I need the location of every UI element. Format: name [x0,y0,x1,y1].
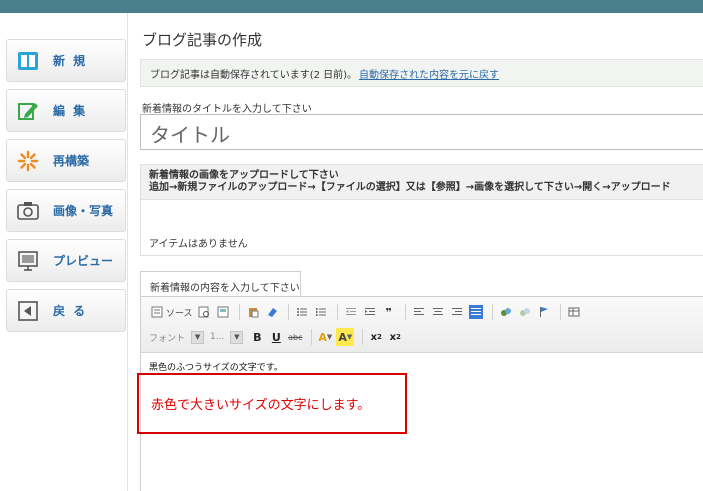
align-left-icon[interactable] [411,303,427,321]
page-title: ブログ記事の作成 [142,31,263,49]
rebuild-icon [17,150,39,172]
paste-icon[interactable] [245,303,261,321]
upload-heading: 新着情報の画像をアップロードして下さい [149,170,339,181]
sidebar-item-label: 戻 る [53,304,88,318]
bulleted-list-icon[interactable] [294,303,310,321]
toolbar-divider [336,304,338,320]
upload-instructions: 追加→新規ファイルのアップロード→【ファイルの選択】又は【参照】→画像を選択して… [149,182,671,193]
link-icon[interactable] [498,303,514,321]
editor-text-black: 黒色のふつうサイズの文字です。 [149,363,283,373]
preview-doc-icon[interactable] [196,303,212,321]
font-select[interactable]: フォント ▼ [149,328,205,346]
background-color-icon[interactable]: A ▼ [336,328,355,346]
title-input[interactable]: タイトル [140,114,703,150]
upload-empty-text: アイテムはありません [149,239,248,250]
numbered-list-icon[interactable] [313,303,329,321]
title-field-label: 新着情報のタイトルを入力して下さい [142,104,312,115]
toolbar-divider [559,304,561,320]
sidebar-item-label: プレビュー [53,254,114,268]
camera-icon [17,200,39,222]
size-select-value: 1... [210,332,225,342]
table-icon[interactable] [566,303,582,321]
autosave-text: ブログ記事は自動保存されています(2 日前)。 [150,70,358,81]
font-select-value: フォント [149,333,186,344]
unlink-icon[interactable] [517,303,533,321]
sidebar-item-label: 編 集 [53,104,88,118]
subscript-icon[interactable]: x2 [368,328,384,346]
toolbar-divider [362,329,364,345]
chevron-down-icon: ▼ [191,330,205,344]
preview-icon [17,250,39,272]
sidebar-item-back[interactable]: 戻 る [6,289,126,332]
upload-header: 新着情報の画像をアップロードして下さい 追加→新規ファイルのアップロード→【ファ… [141,165,703,200]
edit-icon [17,100,39,122]
indent-icon[interactable] [362,303,378,321]
editor-toolbar: ソース ❞ フォント ▼ 1... ▼ B U abc A ▼ A ▼ x 2 … [141,297,703,353]
anchor-flag-icon[interactable] [536,303,552,321]
outdent-icon[interactable] [343,303,359,321]
sidebar-item-edit[interactable]: 編 集 [6,89,126,132]
bold-icon[interactable]: B [249,328,265,346]
toolbar-divider [238,304,240,320]
size-select[interactable]: 1... ▼ [210,328,244,346]
sidebar-item-new[interactable]: 新 規 [6,39,126,82]
restore-autosave-link[interactable]: 自動保存された内容を元に戻す [359,70,499,81]
sidebar-item-preview[interactable]: プレビュー [6,239,126,282]
toolbar-divider [287,304,289,320]
source-icon[interactable] [149,303,165,321]
align-right-icon[interactable] [449,303,465,321]
top-breadcrumb-bar [0,0,703,13]
eraser-icon[interactable] [264,303,280,321]
text-color-icon[interactable]: A ▼ [317,328,333,346]
superscript-icon[interactable]: x2 [387,328,403,346]
new-document-icon [17,50,39,72]
template-icon[interactable] [215,303,231,321]
image-upload-panel: 新着情報の画像をアップロードして下さい 追加→新規ファイルのアップロード→【ファ… [140,164,703,256]
chevron-down-icon: ▼ [230,330,244,344]
tab-content[interactable]: 新着情報の内容を入力して下さい [140,271,301,296]
toolbar-divider [404,304,406,320]
sidebar-item-label: 再構築 [53,154,90,168]
sidebar-item-rebuild[interactable]: 再構築 [6,139,126,182]
align-justify-icon[interactable] [468,303,484,321]
source-button[interactable]: ソース [166,303,193,321]
sidebar-item-images[interactable]: 画像・写真 [6,189,126,232]
annotation-highlight-box [137,373,407,434]
toolbar-divider [311,329,313,345]
strikethrough-icon[interactable]: abc [287,328,303,346]
autosave-notice: ブログ記事は自動保存されています(2 日前)。 自動保存された内容を元に戻す [140,59,703,87]
toolbar-divider [491,304,493,320]
align-center-icon[interactable] [430,303,446,321]
sidebar-item-label: 新 規 [53,54,88,68]
blockquote-icon[interactable]: ❞ [381,303,397,321]
back-icon [17,300,39,322]
sidebar: 新 規 編 集 再構築 画像・写真 プレビュー 戻 る [0,13,127,491]
underline-icon[interactable]: U [268,328,284,346]
sidebar-item-label: 画像・写真 [53,204,114,218]
